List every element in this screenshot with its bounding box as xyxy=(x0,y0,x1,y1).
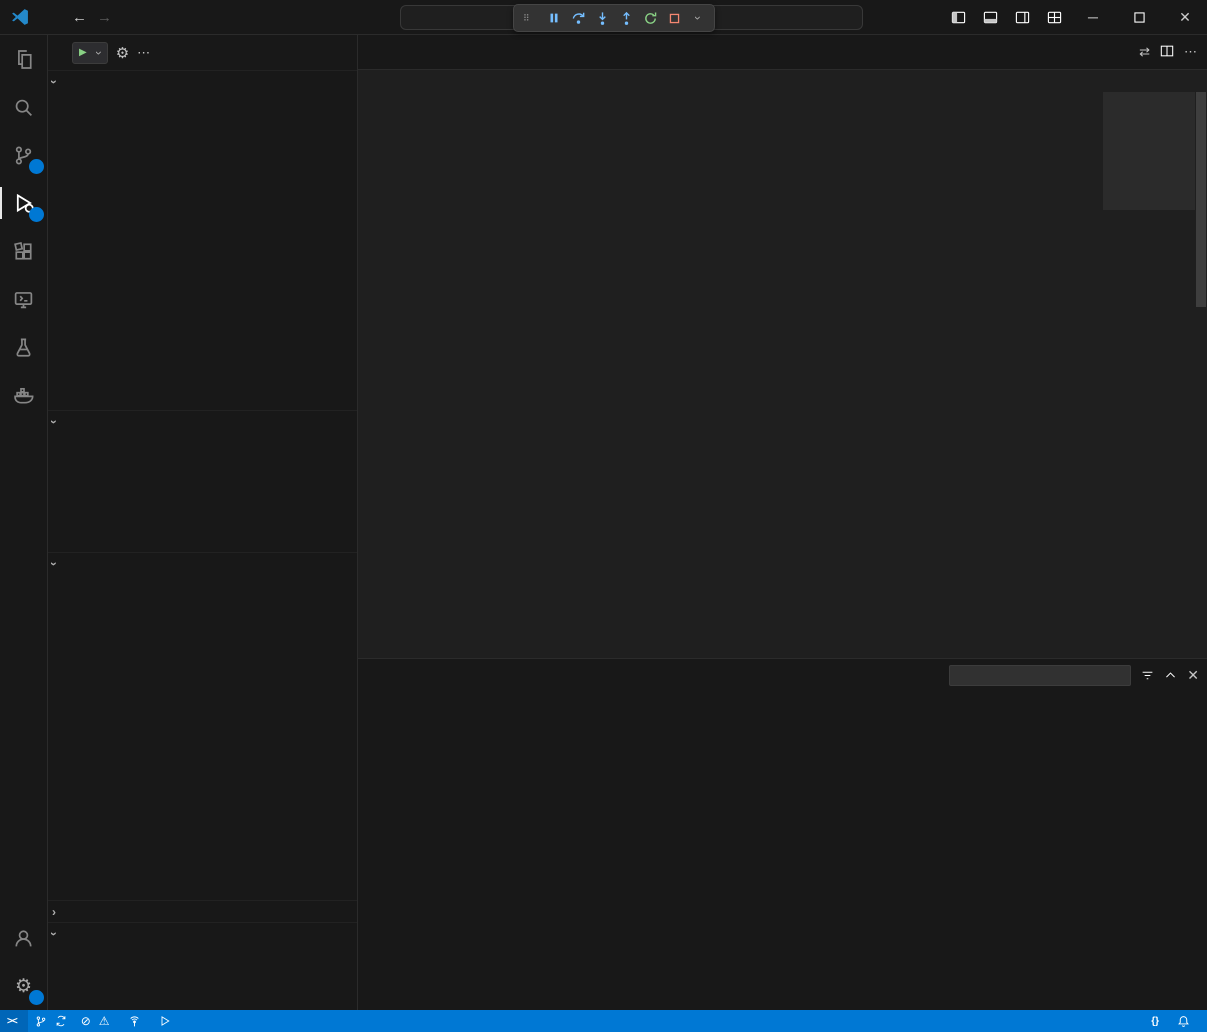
watch-section-header[interactable]: › xyxy=(48,410,357,432)
scrollbar-thumb[interactable] xyxy=(1196,92,1206,307)
ports-item[interactable] xyxy=(121,1010,152,1032)
toolbar-drag-grip[interactable]: ⠿ xyxy=(518,7,542,29)
minimap-slider[interactable] xyxy=(1103,92,1195,210)
variables-section-header[interactable]: › xyxy=(48,70,357,92)
toggle-sidebar-icon[interactable] xyxy=(943,4,973,30)
chevron-icon: › xyxy=(47,931,61,935)
settings-badge xyxy=(29,990,44,1005)
watch-body xyxy=(48,432,357,552)
language-mode[interactable]: {} xyxy=(1144,1010,1170,1032)
debug-badge xyxy=(29,207,44,222)
toggle-secondary-sidebar-icon[interactable] xyxy=(1007,4,1037,30)
pause-button[interactable] xyxy=(542,7,566,29)
stop-button[interactable] xyxy=(662,7,686,29)
indentation[interactable] xyxy=(1102,1010,1116,1032)
maximize-panel-icon[interactable] xyxy=(1164,669,1177,682)
sync-icon xyxy=(55,1015,67,1027)
docker-icon[interactable] xyxy=(0,371,48,419)
run-and-debug-icon[interactable] xyxy=(0,179,48,227)
command-center[interactable]: ⠿ › xyxy=(400,5,863,30)
variables-body xyxy=(48,92,357,410)
eol[interactable] xyxy=(1130,1010,1144,1032)
step-out-button[interactable] xyxy=(614,7,638,29)
breadcrumb xyxy=(358,70,1207,92)
nav-back-icon[interactable]: ← xyxy=(72,9,87,26)
warning-icon: ⚠ xyxy=(99,1014,110,1028)
nav-forward-icon[interactable]: → xyxy=(97,9,112,26)
vscode-window: ← → ⠿ xyxy=(0,0,1207,1032)
source-control-icon[interactable] xyxy=(0,131,48,179)
explorer-icon[interactable] xyxy=(0,35,48,83)
breakpoints-section-header[interactable]: › xyxy=(48,922,357,944)
call-stack-section-header[interactable]: › xyxy=(48,552,357,574)
debug-console-output xyxy=(358,692,1207,1010)
maximize-button[interactable] xyxy=(1117,0,1161,34)
breakpoints-list xyxy=(48,944,357,1010)
compare-changes-icon[interactable]: ⇄ xyxy=(1139,44,1150,60)
testing-icon[interactable] xyxy=(0,323,48,371)
cursor-position[interactable] xyxy=(1088,1010,1102,1032)
close-button[interactable]: ✕ xyxy=(1163,0,1207,34)
ports-icon xyxy=(128,1015,141,1028)
step-into-button[interactable] xyxy=(590,7,614,29)
bottom-panel: ✕ xyxy=(358,658,1207,1010)
title-bar: ← → ⠿ xyxy=(0,0,1207,35)
chevron-down-icon: › xyxy=(92,51,106,55)
restart-button[interactable] xyxy=(638,7,662,29)
split-editor-icon[interactable] xyxy=(1160,44,1174,61)
close-panel-icon[interactable]: ✕ xyxy=(1187,667,1199,684)
debug-play-icon xyxy=(159,1015,171,1027)
chevron-icon: › xyxy=(47,79,61,83)
remote-icon: >< xyxy=(7,1016,17,1027)
debug-status-item[interactable] xyxy=(152,1010,182,1032)
more-actions-icon[interactable]: ⋯ xyxy=(1184,44,1197,60)
start-debugging-icon[interactable]: ▶ xyxy=(79,47,87,58)
settings-gear-icon[interactable]: ⚙ xyxy=(0,962,48,1010)
chevron-icon: › xyxy=(47,561,61,565)
debug-toolbar: ⠿ › xyxy=(513,4,715,32)
toggle-panel-icon[interactable] xyxy=(975,4,1005,30)
encoding[interactable] xyxy=(1116,1010,1130,1032)
bell-icon xyxy=(1177,1015,1190,1028)
step-over-button[interactable] xyxy=(566,7,590,29)
editor-tab-bar: ⇄ ⋯ xyxy=(358,35,1207,70)
customize-layout-icon[interactable] xyxy=(1039,4,1069,30)
launch-config-select[interactable]: ▶ › xyxy=(72,42,108,64)
extensions-icon[interactable] xyxy=(0,227,48,275)
minimize-button[interactable]: ─ xyxy=(1071,0,1115,34)
braces-icon: {} xyxy=(1151,1016,1159,1027)
search-icon[interactable] xyxy=(0,83,48,131)
filter-icon[interactable] xyxy=(1141,669,1154,682)
accounts-icon[interactable] xyxy=(0,914,48,962)
scm-badge xyxy=(29,159,44,174)
status-bar: >< ⊘ ⚠ {} xyxy=(0,1010,1207,1032)
activity-bar: ⚙ xyxy=(0,35,48,1010)
titlebar-right: ─ ✕ xyxy=(943,0,1207,34)
run-and-debug-sidebar: ▶ › ⚙ ⋯ › › › xyxy=(48,35,358,1010)
loaded-scripts-section-header[interactable]: › xyxy=(48,900,357,922)
editor-actions: ⇄ ⋯ xyxy=(1139,35,1207,69)
remote-explorer-icon[interactable] xyxy=(0,275,48,323)
problems-item[interactable]: ⊘ ⚠ xyxy=(74,1010,121,1032)
history-nav: ← → xyxy=(72,9,112,26)
console-filter-input[interactable] xyxy=(949,665,1131,686)
git-branch-item[interactable] xyxy=(28,1010,74,1032)
chevron-right-icon: › xyxy=(52,905,56,919)
debug-toolbar-dropdown-icon[interactable]: › xyxy=(686,7,710,29)
call-stack-list xyxy=(48,574,357,900)
error-icon: ⊘ xyxy=(81,1014,91,1028)
branch-icon xyxy=(35,1015,47,1028)
editor-scrollbar[interactable] xyxy=(1195,92,1207,658)
code-editor[interactable] xyxy=(358,92,1207,658)
debug-views-more-icon[interactable]: ⋯ xyxy=(137,45,150,61)
configure-gear-icon[interactable]: ⚙ xyxy=(116,44,129,62)
remote-indicator[interactable]: >< xyxy=(0,1010,28,1032)
notifications-bell[interactable] xyxy=(1170,1010,1197,1032)
vscode-logo xyxy=(10,7,30,27)
chevron-icon: › xyxy=(47,419,61,423)
